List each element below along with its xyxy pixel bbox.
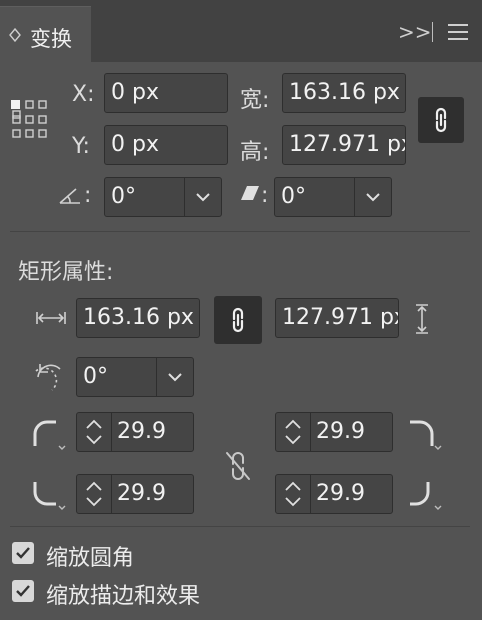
corner-bl-value: 29.946 <box>117 481 165 506</box>
section-divider <box>10 526 470 527</box>
width-arrow-icon <box>35 310 67 326</box>
checkbox-icon[interactable] <box>12 542 34 564</box>
rect-properties-title: 矩形属性: <box>18 260 114 285</box>
toolbar-divider <box>432 22 433 42</box>
shear-dropdown[interactable]: 0° <box>274 177 392 217</box>
chevron-down-icon[interactable] <box>156 358 193 396</box>
corner-br-field[interactable]: 29.946 <box>275 474 393 514</box>
rotate-value: 0° <box>111 184 136 209</box>
tab-title: 变换 <box>30 27 72 51</box>
rect-width-field[interactable]: 163.16 px <box>76 298 200 338</box>
rotate-icon <box>32 361 68 393</box>
chevron-down-icon[interactable] <box>184 178 221 216</box>
link-icon <box>431 106 451 134</box>
rotate-dropdown[interactable]: 0° <box>104 177 222 217</box>
link-icon <box>228 306 248 334</box>
scale-corners-option[interactable]: 缩放圆角 <box>12 540 212 571</box>
corner-bl-field[interactable]: 29.946 <box>76 474 194 514</box>
section-divider <box>10 231 470 232</box>
y-label: Y: <box>72 134 90 159</box>
constrain-proportions-button[interactable] <box>418 97 464 143</box>
shear-value: 0° <box>281 184 306 209</box>
corner-tl-field[interactable]: 29.946 <box>76 412 194 452</box>
corner-tr-icon[interactable] <box>408 418 444 452</box>
y-position-field[interactable]: 0 px <box>104 125 228 165</box>
rotate-colon: : <box>84 183 92 208</box>
diamond-icon <box>9 28 21 42</box>
stepper-icon[interactable] <box>77 413 112 451</box>
scale-corners-label: 缩放圆角 <box>46 546 135 571</box>
angle-icon <box>58 183 82 205</box>
hamburger-menu-icon[interactable] <box>448 24 468 40</box>
checkbox-icon[interactable] <box>12 580 34 602</box>
height-field[interactable]: 127.971 px <box>282 125 406 165</box>
stepper-icon[interactable] <box>276 413 311 451</box>
corner-tl-icon[interactable] <box>32 418 68 452</box>
rect-height-field[interactable]: 127.971 px <box>275 298 399 338</box>
x-label: X: <box>72 82 95 107</box>
width-label: 宽: <box>240 88 270 113</box>
corner-bl-icon[interactable] <box>32 478 68 512</box>
chevron-double-right-icon[interactable]: >> <box>398 20 432 44</box>
corner-br-icon[interactable] <box>408 478 444 512</box>
shear-colon: : <box>261 183 269 208</box>
width-field[interactable]: 163.16 px <box>282 73 406 113</box>
rect-rotate-dropdown[interactable]: 0° <box>76 357 194 397</box>
corner-tl-value: 29.946 <box>117 419 165 444</box>
rect-rotate-value: 0° <box>83 364 108 389</box>
height-arrow-icon <box>414 303 430 335</box>
stepper-icon[interactable] <box>276 475 311 513</box>
x-position-field[interactable]: 0 px <box>104 73 228 113</box>
stepper-icon[interactable] <box>77 475 112 513</box>
height-label: 高: <box>240 140 270 165</box>
panel-tab-bar: 变换 >> <box>0 0 482 63</box>
tab-transform[interactable]: 变换 <box>0 6 91 63</box>
scale-strokes-label: 缩放描边和效果 <box>46 584 201 609</box>
corner-br-value: 29.946 <box>316 481 364 506</box>
corner-tr-field[interactable]: 29.946 <box>275 412 393 452</box>
unlink-icon[interactable] <box>224 450 252 482</box>
shear-icon <box>240 185 260 201</box>
rect-constrain-button[interactable] <box>214 296 262 344</box>
corner-tr-value: 29.946 <box>316 419 364 444</box>
reference-point-icon[interactable] <box>9 99 49 139</box>
chevron-down-icon[interactable] <box>354 178 391 216</box>
scale-strokes-option[interactable]: 缩放描边和效果 <box>12 578 272 609</box>
